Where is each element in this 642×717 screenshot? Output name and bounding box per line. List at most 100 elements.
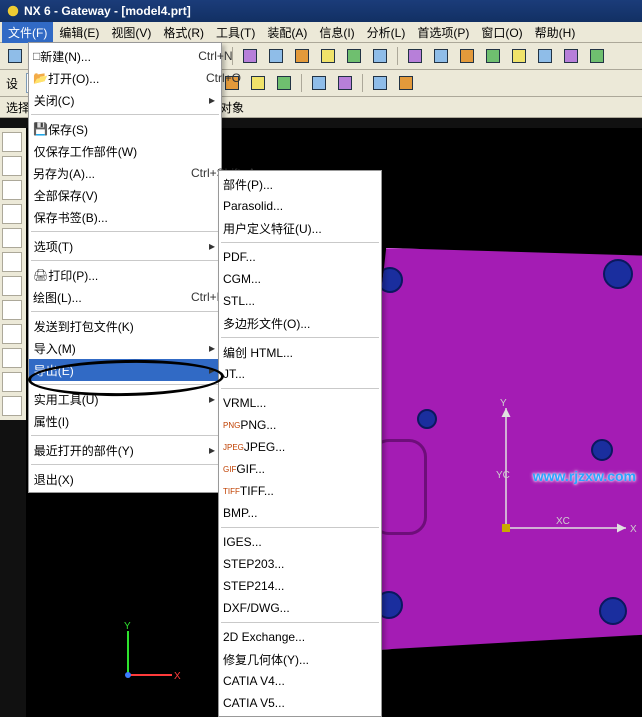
file-menu-item[interactable]: 选项(T)▸ [29, 235, 221, 257]
tb-fit[interactable] [317, 45, 339, 67]
file-menu-item[interactable]: 发送到打包文件(K) [29, 315, 221, 337]
tb-wire[interactable] [265, 45, 287, 67]
file-menu-item[interactable]: 保存书签(B)... [29, 206, 221, 228]
st-5[interactable] [2, 228, 22, 248]
menu-format[interactable]: 格式(R) [157, 22, 210, 43]
axis-y-label: Y [500, 398, 507, 409]
export-menu-item[interactable]: 多边形文件(O)... [219, 312, 381, 334]
st-12[interactable] [2, 396, 22, 416]
export-menu-item[interactable]: BMP... [219, 502, 381, 524]
file-menu-item[interactable]: 最近打开的部件(Y)▸ [29, 439, 221, 461]
tb-misc2[interactable] [508, 45, 530, 67]
export-menu-item[interactable]: PNGPNG... [219, 414, 381, 436]
tb-sel8[interactable] [395, 72, 417, 94]
file-menu-item[interactable]: 📂打开(O)...Ctrl+O [29, 67, 221, 89]
file-menu-item[interactable]: 导入(M)▸ [29, 337, 221, 359]
tb-misc5[interactable] [586, 45, 608, 67]
menu-item-label: 修复几何体(Y)... [223, 651, 363, 668]
st-2[interactable] [2, 156, 22, 176]
export-menu-item[interactable]: STEP203... [219, 553, 381, 575]
export-menu-item[interactable]: 用户定义特征(U)... [219, 217, 381, 239]
export-menu-item[interactable]: JPEGJPEG... [219, 436, 381, 458]
file-menu-item[interactable]: 实用工具(U)▸ [29, 388, 221, 410]
file-menu-item[interactable]: 另存为(A)...Ctrl+Shift+A [29, 162, 221, 184]
st-1[interactable] [2, 132, 22, 152]
export-menu-item[interactable]: STL... [219, 290, 381, 312]
file-menu-item[interactable]: 导出(E)▸ [29, 359, 221, 381]
file-menu-item[interactable]: 全部保存(V) [29, 184, 221, 206]
tb-hidden[interactable] [291, 45, 313, 67]
tb-visible[interactable] [430, 45, 452, 67]
st-3[interactable] [2, 180, 22, 200]
title-bar: NX 6 - Gateway - [model4.prt] [0, 0, 642, 22]
menu-bar[interactable]: 文件(F) 编辑(E) 视图(V) 格式(R) 工具(T) 装配(A) 信息(I… [0, 22, 642, 43]
file-menu-item[interactable]: 仅保存工作部件(W) [29, 140, 221, 162]
export-menu-item[interactable]: 2D Exchange... [219, 626, 381, 648]
menu-item-label: 最近打开的部件(Y) [34, 442, 174, 459]
export-menu-item[interactable]: CATIA V5... [219, 692, 381, 714]
st-11[interactable] [2, 372, 22, 392]
st-8[interactable] [2, 300, 22, 320]
menu-prefs[interactable]: 首选项(P) [411, 22, 475, 43]
file-menu-item[interactable]: 💾保存(S) [29, 118, 221, 140]
tb-sel5[interactable] [308, 72, 330, 94]
tb-rotate[interactable] [369, 45, 391, 67]
st-10[interactable] [2, 348, 22, 368]
tb-sel6[interactable] [334, 72, 356, 94]
export-menu-item[interactable]: GIFGIF... [219, 458, 381, 480]
export-menu-item[interactable]: DXF/DWG... [219, 597, 381, 619]
tb-new[interactable] [4, 45, 26, 67]
export-menu-item[interactable]: TIFFTIFF... [219, 480, 381, 502]
wcs-triad: Y X YC XC [466, 398, 642, 598]
file-menu-item[interactable]: 退出(X) [29, 468, 221, 490]
menu-assembly[interactable]: 装配(A) [261, 22, 313, 43]
file-menu-item[interactable]: 关闭(C)▸ [29, 89, 221, 111]
tb-zoom[interactable] [343, 45, 365, 67]
menu-help[interactable]: 帮助(H) [529, 22, 582, 43]
file-menu-item[interactable]: 绘图(L)...Ctrl+P [29, 286, 221, 308]
menu-item-label: CGM... [223, 272, 363, 286]
export-menu-item[interactable]: Parasolid... [219, 195, 381, 217]
menu-edit[interactable]: 编辑(E) [53, 22, 105, 43]
menu-item-label: STEP203... [223, 557, 363, 571]
export-menu-item[interactable]: VRML... [219, 392, 381, 414]
file-menu-item[interactable]: □新建(N)...Ctrl+N [29, 45, 221, 67]
tb-color[interactable] [456, 45, 478, 67]
export-menu-item[interactable]: IGES... [219, 531, 381, 553]
menu-item-label: GIF... [236, 462, 376, 476]
menu-file[interactable]: 文件(F) [2, 22, 53, 43]
tb-layer[interactable] [404, 45, 426, 67]
menu-item-label: 绘图(L)... [33, 289, 173, 306]
tb-misc4[interactable] [560, 45, 582, 67]
file-menu-item[interactable]: 🖨打印(P)... [29, 264, 221, 286]
menu-view[interactable]: 视图(V) [105, 22, 157, 43]
st-7[interactable] [2, 276, 22, 296]
st-4[interactable] [2, 204, 22, 224]
export-menu-item[interactable]: 部件(P)... [219, 173, 381, 195]
export-menu-item[interactable]: JT... [219, 363, 381, 385]
menu-item-label: BMP... [223, 506, 363, 520]
export-menu-item[interactable]: 编创 HTML... [219, 341, 381, 363]
export-menu-item[interactable]: STEP214... [219, 575, 381, 597]
menu-analyze[interactable]: 分析(L) [361, 22, 412, 43]
tb-misc3[interactable] [534, 45, 556, 67]
menu-tools[interactable]: 工具(T) [210, 22, 261, 43]
menu-info[interactable]: 信息(I) [313, 22, 360, 43]
st-6[interactable] [2, 252, 22, 272]
axis-xc-label: XC [556, 516, 570, 527]
tb-sel3[interactable] [247, 72, 269, 94]
file-menu-item[interactable]: 属性(I) [29, 410, 221, 432]
tb-sel7[interactable] [369, 72, 391, 94]
export-menu-item[interactable]: CGM... [219, 268, 381, 290]
filter-prefix-label: 选择 [6, 99, 30, 116]
tb-shade[interactable] [239, 45, 261, 67]
st-9[interactable] [2, 324, 22, 344]
menu-item-label: PDF... [223, 250, 363, 264]
export-menu-item[interactable]: PDF... [219, 246, 381, 268]
export-menu-item[interactable]: 修复几何体(Y)... [219, 648, 381, 670]
tb-misc1[interactable] [482, 45, 504, 67]
menu-item-label: TIFF... [240, 484, 380, 498]
menu-window[interactable]: 窗口(O) [475, 22, 528, 43]
export-menu-item[interactable]: CATIA V4... [219, 670, 381, 692]
tb-sel4[interactable] [273, 72, 295, 94]
